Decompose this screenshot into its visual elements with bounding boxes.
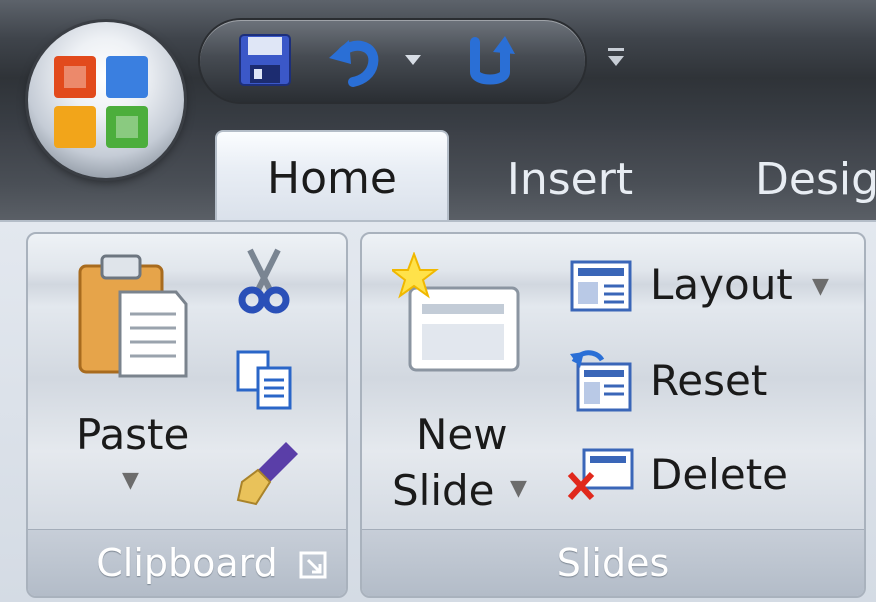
undo-arrow-icon <box>329 40 379 87</box>
redo-arrow-icon <box>470 36 515 85</box>
floppy-disk-icon <box>239 34 291 86</box>
office-logo-icon <box>54 56 148 148</box>
clipboard-group-title: Clipboard <box>96 541 278 585</box>
paste-label: Paste <box>76 410 190 459</box>
redo-button[interactable] <box>455 30 525 90</box>
tab-home-label: Home <box>267 152 397 204</box>
delete-label: Delete <box>650 450 788 499</box>
new-slide-label-line1: New <box>416 410 508 459</box>
chevron-down-icon <box>405 55 421 65</box>
tab-home[interactable]: Home <box>215 130 449 224</box>
reset-icon <box>570 350 632 412</box>
layout-dropdown-arrow: ▼ <box>812 274 829 299</box>
reset-button[interactable]: Reset <box>562 344 852 416</box>
dialog-launcher-icon <box>299 551 327 579</box>
powerpoint-window: Home Insert Desig Paste ▼ Clipboard New … <box>0 0 876 602</box>
layout-label: Layout <box>650 260 793 309</box>
tab-insert-label: Insert <box>506 153 634 205</box>
tab-design[interactable]: Desig <box>755 138 876 220</box>
delete-slide-icon <box>567 448 634 501</box>
slides-group-label-bar: Slides <box>362 529 864 596</box>
slides-group: New Slide ▼ Layout ▼ Reset Delete Slides <box>360 232 866 598</box>
copy-button[interactable] <box>236 350 296 416</box>
save-button[interactable] <box>230 30 300 90</box>
clipboard-paste-icon <box>78 254 188 378</box>
copy-icon <box>236 350 292 410</box>
layout-button[interactable]: Layout ▼ <box>562 254 852 320</box>
paintbrush-icon <box>236 442 298 506</box>
paste-button[interactable]: Paste ▼ <box>28 234 198 526</box>
tab-design-label: Desig <box>755 153 876 205</box>
scissors-icon <box>238 248 290 314</box>
customize-qat-button[interactable] <box>605 42 627 72</box>
layout-icon <box>570 260 632 312</box>
format-painter-button[interactable] <box>236 438 300 508</box>
new-slide-label-line2: Slide <box>392 466 495 515</box>
new-slide-button[interactable]: New Slide ▼ <box>362 234 542 526</box>
quick-access-toolbar <box>200 20 585 102</box>
delete-button[interactable]: Delete <box>562 440 852 512</box>
slides-group-title: Slides <box>556 541 670 585</box>
paste-dropdown-arrow: ▼ <box>122 468 139 493</box>
new-slide-icon <box>392 252 520 372</box>
new-slide-dropdown-arrow: ▼ <box>510 476 527 501</box>
tab-insert[interactable]: Insert <box>490 138 650 220</box>
undo-dropdown-button[interactable] <box>395 30 431 90</box>
clipboard-dialog-launcher[interactable] <box>298 550 328 580</box>
clipboard-group: Paste ▼ Clipboard <box>26 232 348 598</box>
cut-button[interactable] <box>236 248 296 314</box>
office-button[interactable] <box>28 22 184 178</box>
reset-label: Reset <box>650 356 768 405</box>
customize-dropdown-icon <box>608 48 624 66</box>
undo-button[interactable] <box>320 30 390 90</box>
